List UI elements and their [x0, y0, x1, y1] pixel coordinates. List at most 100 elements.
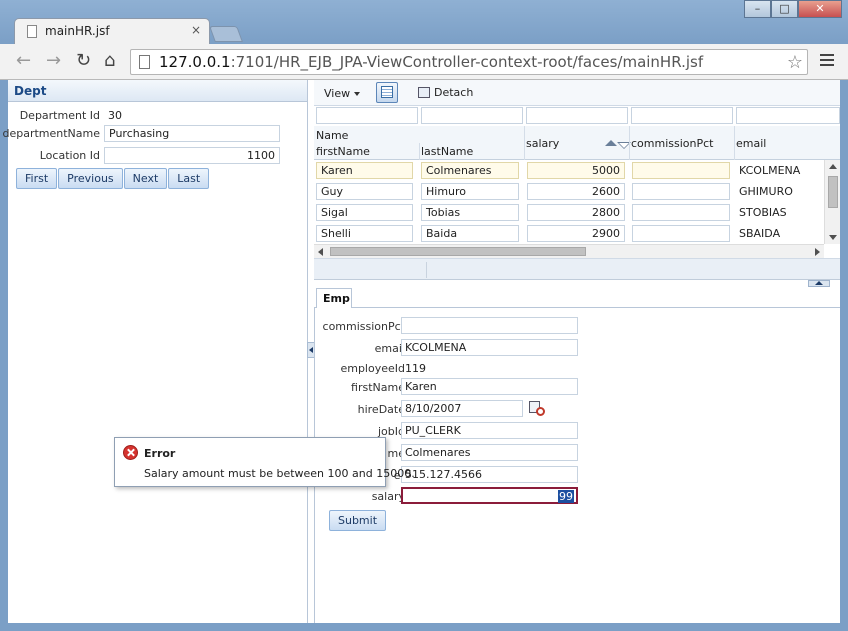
- last-button[interactable]: Last: [168, 168, 210, 189]
- salary-input[interactable]: 99: [401, 487, 578, 504]
- view-menu[interactable]: View: [324, 87, 361, 100]
- last-name-input[interactable]: Colmenares: [401, 444, 578, 461]
- filter-row: [314, 107, 840, 125]
- emp-area: View Detach Name firstName lastName sala…: [314, 80, 840, 623]
- table-header: Name firstName lastName salary commissio…: [314, 126, 840, 160]
- cell-last-name[interactable]: Colmenares: [421, 162, 519, 179]
- table-vertical-scrollbar[interactable]: [824, 160, 840, 244]
- back-icon[interactable]: ←: [16, 52, 31, 70]
- sort-ascending-icon[interactable]: [605, 140, 618, 146]
- cell-last-name[interactable]: Himuro: [421, 183, 519, 200]
- cell-commission-pct[interactable]: [632, 162, 730, 179]
- scroll-thumb[interactable]: [330, 247, 586, 256]
- close-window-button[interactable]: ✕: [798, 0, 842, 18]
- view-menu-label: View: [324, 87, 351, 100]
- filter-commission-pct[interactable]: [631, 107, 733, 124]
- scroll-right-icon[interactable]: [815, 248, 820, 256]
- scroll-up-icon[interactable]: [829, 164, 837, 169]
- location-id-input[interactable]: 1100: [104, 147, 280, 164]
- column-salary[interactable]: salary: [526, 137, 632, 150]
- new-tab-button[interactable]: [209, 26, 243, 42]
- browser-toolbar: ← → ↻ ⌂ 127.0.0.1:7101/HR_EJB_JPA-ViewCo…: [0, 44, 848, 80]
- page-icon: [139, 55, 150, 69]
- submit-button[interactable]: Submit: [329, 510, 387, 531]
- table-horizontal-scrollbar[interactable]: [314, 244, 824, 258]
- url-host: 127.0.0.1: [159, 53, 231, 71]
- job-id-input[interactable]: PU_CLERK: [401, 422, 578, 439]
- scroll-down-icon[interactable]: [829, 235, 837, 240]
- department-name-input[interactable]: Purchasing: [104, 125, 280, 142]
- page-icon: [27, 25, 37, 38]
- last-name-row: me Colmenares: [315, 444, 841, 462]
- url-path: :7101/HR_EJB_JPA-ViewController-context-…: [230, 53, 704, 71]
- window-controls: – □ ✕: [744, 0, 842, 20]
- filter-icon: [381, 86, 393, 98]
- table-footer: [314, 258, 840, 280]
- table-row[interactable]: Karen Colmenares 5000 KCOLMENA: [314, 160, 824, 181]
- previous-button[interactable]: Previous: [58, 168, 123, 189]
- email-input[interactable]: KCOLMENA: [401, 339, 578, 356]
- table-row[interactable]: Sigal Tobias 2800 STOBIAS: [314, 202, 824, 223]
- home-icon[interactable]: ⌂: [104, 52, 115, 70]
- first-name-input[interactable]: Karen: [401, 378, 578, 395]
- table-row[interactable]: Guy Himuro 2600 GHIMURO: [314, 181, 824, 202]
- address-bar[interactable]: 127.0.0.1:7101/HR_EJB_JPA-ViewController…: [130, 49, 808, 75]
- hire-date-input[interactable]: 8/10/2007: [401, 400, 523, 417]
- query-by-example-button[interactable]: [376, 82, 398, 103]
- browser-menu-icon[interactable]: [820, 54, 834, 69]
- url-text[interactable]: 127.0.0.1:7101/HR_EJB_JPA-ViewController…: [159, 53, 703, 71]
- commission-pct-input[interactable]: [401, 317, 578, 334]
- browser-tab[interactable]: mainHR.jsf ×: [14, 18, 210, 44]
- cell-salary[interactable]: 5000: [527, 162, 625, 179]
- cell-last-name[interactable]: Baida: [421, 225, 519, 242]
- scroll-left-icon[interactable]: [318, 248, 323, 256]
- location-id-row: Location Id 1100: [8, 147, 308, 165]
- column-first-name[interactable]: firstName: [316, 145, 370, 158]
- reload-icon[interactable]: ↻: [76, 52, 91, 70]
- cell-commission-pct[interactable]: [632, 183, 730, 200]
- cell-first-name[interactable]: Sigal: [316, 204, 413, 221]
- next-button[interactable]: Next: [123, 168, 168, 189]
- page-content: Dept Department Id 30 departmentName Pur…: [2, 80, 840, 623]
- cell-commission-pct[interactable]: [632, 204, 730, 221]
- scroll-thumb[interactable]: [828, 176, 838, 208]
- filter-email[interactable]: [736, 107, 840, 124]
- cell-first-name[interactable]: Guy: [316, 183, 413, 200]
- department-name-label: departmentName: [2, 127, 100, 140]
- tab-emp[interactable]: Emp: [316, 288, 352, 308]
- cell-first-name[interactable]: Shelli: [316, 225, 413, 242]
- splitter-collapse-up-icon[interactable]: [808, 280, 830, 287]
- cell-salary[interactable]: 2600: [527, 183, 625, 200]
- detach-button[interactable]: Detach: [418, 86, 473, 99]
- calendar-icon[interactable]: [529, 401, 545, 417]
- maximize-button[interactable]: □: [771, 0, 798, 18]
- cell-first-name[interactable]: Karen: [316, 162, 413, 179]
- cell-email: STOBIAS: [739, 206, 787, 219]
- cell-salary[interactable]: 2800: [527, 204, 625, 221]
- dept-panel: Dept Department Id 30 departmentName Pur…: [2, 80, 308, 623]
- column-commission-pct[interactable]: commissionPct: [631, 137, 713, 150]
- bookmark-star-icon[interactable]: ☆: [787, 52, 803, 73]
- filter-salary[interactable]: [526, 107, 628, 124]
- column-email[interactable]: email: [736, 137, 766, 150]
- column-last-name[interactable]: lastName: [421, 145, 473, 158]
- filter-last-name[interactable]: [421, 107, 523, 124]
- hire-date-label: hireDate: [357, 403, 405, 416]
- cell-commission-pct[interactable]: [632, 225, 730, 242]
- first-button[interactable]: First: [16, 168, 58, 189]
- cell-salary[interactable]: 2900: [527, 225, 625, 242]
- dept-navigation: First Previous Next Last: [16, 168, 210, 189]
- close-tab-icon[interactable]: ×: [191, 23, 201, 37]
- dept-header: Dept: [8, 80, 307, 102]
- error-icon: [123, 445, 138, 460]
- tab-title: mainHR.jsf: [45, 24, 110, 38]
- phone-number-input[interactable]: 515.127.4566: [401, 466, 578, 483]
- email-row: email KCOLMENA: [315, 339, 841, 357]
- filter-first-name[interactable]: [316, 107, 418, 124]
- forward-icon[interactable]: →: [46, 52, 61, 70]
- minimize-button[interactable]: –: [744, 0, 771, 18]
- cell-last-name[interactable]: Tobias: [421, 204, 519, 221]
- error-message: Salary amount must be between 100 and 15…: [144, 467, 415, 480]
- table-row[interactable]: Shelli Baida 2900 SBAIDA: [314, 223, 824, 244]
- column-salary-label: salary: [526, 137, 560, 150]
